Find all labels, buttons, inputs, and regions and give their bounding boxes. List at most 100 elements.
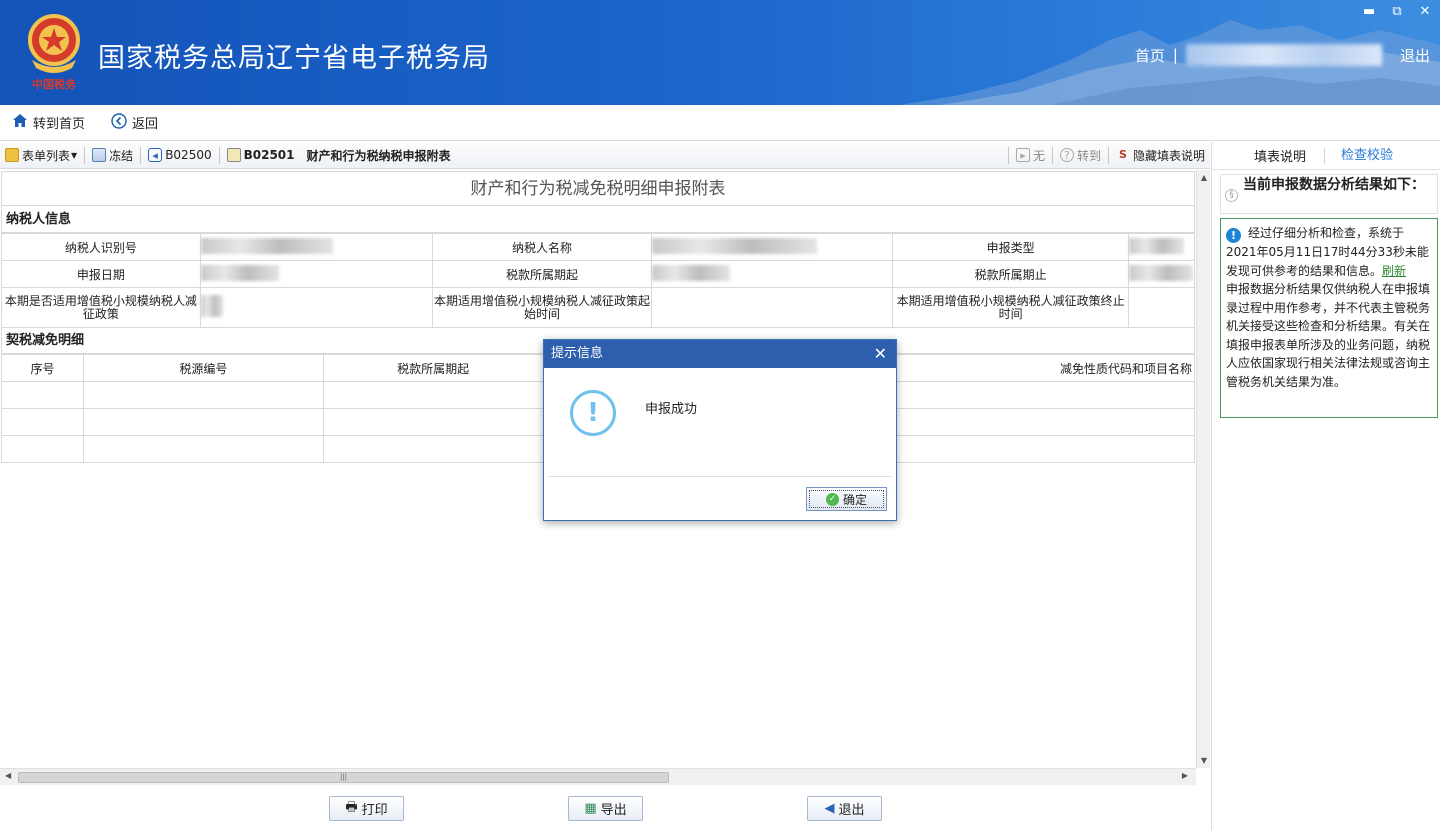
small-scale-value[interactable] (199, 287, 433, 328)
refresh-link[interactable]: 刷新 (1382, 264, 1406, 278)
print-button[interactable]: 🖶 打印 (329, 796, 404, 821)
info-icon: ! (1226, 228, 1241, 243)
minimize-icon[interactable]: ▬ (1362, 4, 1376, 19)
taxpayer-id-value[interactable] (199, 233, 433, 261)
go-home-label: 转到首页 (33, 117, 86, 132)
notice-dialog: 提示信息 ✕ ! 申报成功 ✓ 确定 (543, 339, 897, 521)
emblem-caption: 中国税务 (32, 77, 77, 91)
scroll-right-arrow-icon[interactable]: ▶ (1182, 771, 1188, 780)
bottom-action-bar: 🖶 打印 ▦ 导出 ◀ 退出 (0, 786, 1210, 830)
horizontal-scrollbar[interactable]: ◀ ||| ▶ (0, 768, 1196, 785)
taxpayer-info-table: 纳税人识别号 纳税人名称 申报类型 申报日期 税款所属期起 税款所属期止 本期是… (1, 233, 1196, 328)
confirm-label: 确定 (842, 492, 867, 507)
home-icon (12, 113, 28, 132)
export-sheet-icon: ▦ (584, 801, 597, 816)
hide-help-button[interactable]: S 隐藏填表说明 (1111, 144, 1210, 166)
print-label: 打印 (361, 803, 388, 818)
table-cell[interactable] (1, 435, 84, 463)
restore-icon[interactable]: ⧉ (1390, 4, 1404, 19)
none-label: 无 (1032, 148, 1045, 163)
goto-circle-icon: ? (1059, 148, 1074, 162)
scroll-down-arrow-icon[interactable]: ▼ (1199, 756, 1209, 765)
table-cell[interactable] (322, 408, 544, 436)
period-start-label: 税款所属期起 (431, 260, 653, 288)
analysis-heading: § 当前申报数据分析结果如下： (1220, 174, 1438, 214)
back-circle-icon (111, 112, 127, 133)
tab-check-validation[interactable]: 检查校验 (1324, 147, 1393, 164)
scroll-left-arrow-icon[interactable]: ◀ (5, 771, 11, 780)
back-label: 返回 (132, 117, 159, 132)
tab-fill-instructions[interactable]: 填表说明 (1212, 146, 1306, 165)
current-form-name: 财产和行为税纳税申报附表 (306, 148, 451, 163)
taxpayer-section-title: 纳税人信息 (1, 206, 1195, 233)
close-window-icon[interactable]: ✕ (1418, 4, 1432, 19)
back-button[interactable]: 返回 (111, 112, 159, 133)
table-cell[interactable] (1, 381, 84, 409)
taxpayer-name-label: 纳税人名称 (431, 233, 653, 261)
period-end-value[interactable] (1127, 260, 1196, 288)
dialog-title: 提示信息 (551, 346, 604, 361)
table-cell[interactable] (894, 408, 1195, 436)
username-redacted (1185, 44, 1382, 66)
period-start-value[interactable] (651, 260, 894, 288)
exclamation-circle-icon: ! (570, 390, 616, 436)
declare-date-label: 申报日期 (1, 260, 201, 288)
form-lock-icon (226, 148, 241, 162)
table-cell[interactable] (894, 381, 1195, 409)
column-header: 序号 (1, 354, 84, 382)
close-icon[interactable]: ✕ (874, 340, 887, 368)
small-scale-label: 本期是否适用增值税小规模纳税人减征政策 (1, 287, 201, 328)
right-panel-tabs: 填表说明 检查校验 (1212, 142, 1440, 170)
exit-button[interactable]: ◀ 退出 (807, 796, 882, 821)
confirm-button[interactable]: ✓ 确定 (806, 487, 887, 511)
scroll-up-arrow-icon[interactable]: ▲ (1199, 173, 1209, 182)
policy-start-value[interactable] (651, 287, 894, 328)
app-header: 中国税务 国家税务总局辽宁省电子税务局 ▬ ⧉ ✕ 首页 | 退出 (0, 0, 1440, 105)
toolbar-divider (218, 146, 220, 164)
declare-type-label: 申报类型 (892, 233, 1129, 261)
policy-end-value[interactable] (1127, 287, 1196, 328)
taxpayer-name-value[interactable] (651, 233, 894, 261)
toolbar-divider (1007, 146, 1009, 164)
table-row: 纳税人识别号 纳税人名称 申报类型 (1, 233, 1196, 261)
export-button[interactable]: ▦ 导出 (568, 796, 643, 821)
nav-separator: | (1172, 46, 1178, 64)
logout-link[interactable]: 退出 (1400, 45, 1430, 66)
declare-type-value[interactable] (1127, 233, 1196, 261)
column-header: 减免性质代码和项目名称 (894, 354, 1195, 382)
home-link[interactable]: 首页 (1135, 45, 1165, 66)
vertical-scrollbar[interactable]: ▲ ▼ (1196, 170, 1210, 768)
taxpayer-id-label: 纳税人识别号 (1, 233, 201, 261)
app-title: 国家税务总局辽宁省电子税务局 (98, 43, 490, 74)
exit-label: 退出 (838, 803, 865, 818)
next-arrow-icon: ▸ (1015, 148, 1030, 162)
dialog-divider (549, 476, 891, 477)
chevron-down-icon: ▼ (71, 150, 78, 160)
freeze-button[interactable]: 冻结 (87, 144, 138, 166)
table-cell[interactable] (82, 435, 324, 463)
top-nav: 首页 | 退出 (1135, 44, 1430, 66)
check-circle-icon: ✓ (825, 492, 839, 506)
table-row: 本期是否适用增值税小规模纳税人减征政策 本期适用增值税小规模纳税人减征政策起始时… (1, 287, 1196, 328)
none-button[interactable]: ▸ 无 (1011, 144, 1050, 166)
previous-form-button[interactable]: ◂ B02500 (143, 144, 216, 166)
table-cell[interactable] (1, 408, 84, 436)
table-cell[interactable] (82, 381, 324, 409)
horizontal-scroll-thumb[interactable]: ||| (18, 772, 669, 783)
table-cell[interactable] (894, 435, 1195, 463)
hide-help-icon: S (1119, 148, 1127, 161)
policy-end-label: 本期适用增值税小规模纳税人减征政策终止时间 (892, 287, 1129, 328)
goto-button[interactable]: ? 转到 (1055, 144, 1106, 166)
table-cell[interactable] (82, 408, 324, 436)
declare-date-value[interactable] (199, 260, 433, 288)
analysis-heading-text: 当前申报数据分析结果如下： (1243, 177, 1425, 193)
form-list-label: 表单列表 (22, 148, 71, 163)
form-list-dropdown[interactable]: 表单列表 ▼ (0, 144, 82, 166)
table-cell[interactable] (322, 381, 544, 409)
go-home-button[interactable]: 转到首页 (12, 113, 85, 132)
table-cell[interactable] (322, 435, 544, 463)
arrow-left-icon: ◂ (148, 148, 163, 162)
policy-start-label: 本期适用增值税小规模纳税人减征政策起始时间 (431, 287, 653, 328)
freeze-label: 冻结 (109, 148, 134, 163)
toolbar-divider (84, 146, 86, 164)
